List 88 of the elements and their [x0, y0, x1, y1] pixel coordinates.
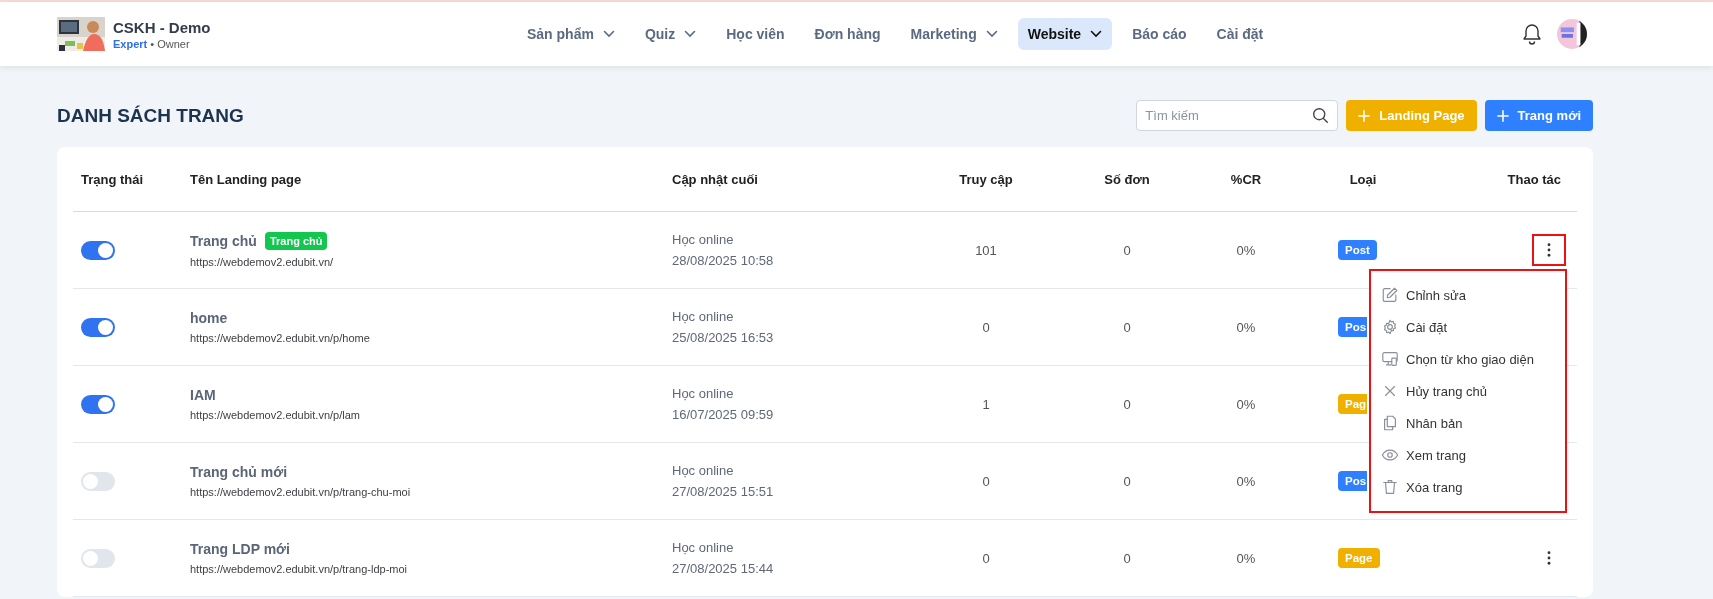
menu-item[interactable]: Chọn từ kho giao diện — [1381, 343, 1565, 375]
status-toggle[interactable] — [81, 471, 115, 491]
eye-icon — [1381, 446, 1399, 464]
column-header: Trạng thái — [80, 171, 145, 187]
table-cell-text: 0 — [1122, 550, 1132, 566]
nav-item[interactable]: Sản phẩm — [517, 18, 625, 50]
menu-item[interactable]: Chỉnh sửa — [1381, 279, 1565, 311]
table-cell-text: 0% — [1235, 319, 1257, 335]
page-name: Trang chủ — [190, 233, 257, 249]
status-toggle[interactable] — [81, 548, 115, 568]
table-cell-text: 0 — [1122, 396, 1132, 412]
updated-time: 25/08/2025 16:53 — [672, 330, 775, 345]
table-cell-text: 0% — [1235, 396, 1257, 412]
plus-icon — [1358, 109, 1371, 122]
more-icon — [1547, 243, 1551, 257]
plus-icon — [1496, 109, 1509, 122]
nav-item[interactable]: Đơn hàng — [804, 18, 891, 50]
page-title: DANH SÁCH TRANG — [57, 104, 244, 127]
column-header: Cập nhật cuối — [672, 171, 759, 187]
menu-item[interactable]: Hủy trang chủ — [1381, 375, 1565, 407]
menu-item[interactable]: Cài đặt — [1381, 311, 1565, 343]
column-header: Số đơn — [1103, 171, 1151, 187]
updated-time: 28/08/2025 10:58 — [672, 253, 775, 268]
page-name: IAM — [190, 387, 216, 403]
page-source: Học online — [672, 463, 735, 478]
table-cell-text: 0% — [1235, 473, 1257, 489]
settings-icon — [1381, 318, 1399, 336]
table-cell-text: 0% — [1235, 242, 1257, 258]
page-url: https://webdemov2.edubit.vn/ — [190, 256, 335, 268]
table-cell-text: 1 — [981, 396, 991, 412]
edit-icon — [1381, 286, 1399, 304]
table-cell-text: 0 — [1122, 473, 1132, 489]
column-header: Thao tác — [1506, 171, 1562, 187]
role-label: • Owner — [150, 37, 190, 50]
page-name: home — [190, 310, 228, 326]
trash-icon — [1381, 478, 1399, 496]
nav-item[interactable]: Website — [1017, 18, 1113, 50]
column-header: Truy cập — [958, 171, 1014, 187]
nav-item[interactable]: Marketing — [900, 18, 1008, 50]
workspace-name: CSKH - Demo — [113, 18, 211, 36]
page-url: https://webdemov2.edubit.vn/p/trang-ldp-moi — [190, 563, 409, 575]
type-tag: Pos — [1338, 471, 1368, 491]
updated-time: 27/08/2025 15:44 — [672, 561, 775, 576]
search-field[interactable]: Tìm kiếm — [1136, 100, 1339, 131]
menu-item[interactable]: Xóa trang — [1381, 471, 1565, 503]
status-toggle[interactable] — [81, 317, 115, 337]
column-header: %CR — [1229, 171, 1263, 187]
page-url: https://webdemov2.edubit.vn/p/home — [190, 332, 371, 344]
nav-item[interactable]: Cài đặt — [1206, 18, 1274, 50]
page-source: Học online — [672, 232, 735, 247]
table-cell-text: 101 — [974, 242, 998, 258]
search-icon — [1312, 107, 1330, 124]
updated-time: 16/07/2025 09:59 — [672, 407, 775, 422]
more-icon — [1547, 551, 1551, 565]
page-url: https://webdemov2.edubit.vn/p/trang-chu-moi — [190, 486, 412, 498]
type-tag: Post — [1338, 240, 1377, 260]
menu-item[interactable]: Nhân bản — [1381, 407, 1565, 439]
status-toggle[interactable] — [81, 394, 115, 414]
more-button[interactable] — [1532, 234, 1566, 266]
page-source: Học online — [672, 309, 735, 324]
table-cell-text: 0 — [981, 473, 991, 489]
copy-icon — [1381, 414, 1399, 432]
table-cell-text: 0 — [981, 550, 991, 566]
table-cell-text: 0 — [1122, 242, 1132, 258]
page-source: Học online — [672, 540, 735, 555]
type-tag: Pos — [1338, 317, 1368, 337]
homepage-tag: Trang chủ — [264, 232, 328, 250]
nav-item[interactable]: Báo cáo — [1122, 18, 1197, 50]
updated-time: 27/08/2025 15:51 — [672, 484, 775, 499]
table-cell-text: 0 — [1122, 319, 1132, 335]
column-header: Tên Landing page — [190, 171, 303, 187]
menu-item[interactable]: Xem trang — [1381, 439, 1565, 471]
type-tag: Pag — [1338, 394, 1368, 414]
table-cell-text: 0 — [981, 319, 991, 335]
column-header: Loại — [1348, 171, 1378, 187]
plan-label: Expert — [113, 37, 148, 50]
page-name: Trang LDP mới — [190, 541, 290, 557]
page-source: Học online — [672, 386, 735, 401]
table-cell-text: 0% — [1235, 550, 1257, 566]
page-url: https://webdemov2.edubit.vn/p/lam — [190, 409, 361, 421]
page-name: Trang chủ mới — [190, 464, 288, 480]
monitor-icon — [1381, 350, 1399, 368]
nav-item[interactable]: Quiz — [634, 18, 707, 50]
new-page-button[interactable]: Trang mới — [1484, 100, 1593, 131]
status-toggle[interactable] — [81, 240, 115, 260]
type-tag: Page — [1338, 548, 1380, 568]
nav-item[interactable]: Học viên — [716, 18, 795, 50]
bell-icon[interactable] — [1522, 23, 1542, 45]
